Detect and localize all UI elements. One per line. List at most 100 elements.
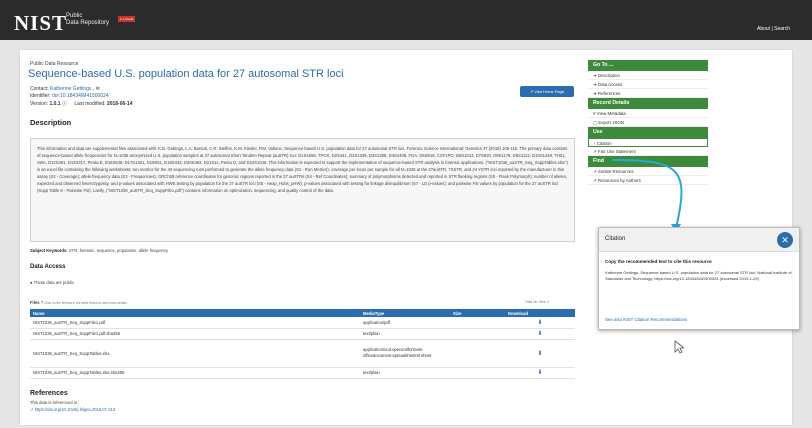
references-note: This data is referenced in : bbox=[30, 400, 80, 405]
sidebar-heading-goto: Go To ... bbox=[588, 60, 708, 71]
help-icon[interactable]: ? bbox=[41, 300, 43, 305]
sidebar-item-similar-resources[interactable]: ↗ Similar Resources bbox=[588, 167, 708, 176]
col-mediatype[interactable]: MediaType bbox=[360, 309, 450, 317]
col-name[interactable]: Name bbox=[30, 309, 360, 317]
contact-line: Contact: Katherine Gettings , ✉ bbox=[30, 86, 100, 92]
files-total: Total No. files: 4 bbox=[525, 300, 550, 304]
version-badge: 1.1.0 beta bbox=[118, 16, 136, 22]
nist-logo[interactable]: NIST bbox=[14, 11, 67, 36]
file-name[interactable]: NIST1036_auSTR_Seq_SuppFile1.pdf bbox=[30, 317, 360, 329]
globe-icon: ● bbox=[30, 280, 33, 285]
citation-header: Citation ✕ bbox=[599, 228, 799, 252]
contact-label: Contact: bbox=[30, 86, 49, 92]
external-link-icon: ↗ bbox=[593, 149, 597, 154]
arrow-circle-icon: ➜ bbox=[593, 91, 597, 96]
sidebar-item-description[interactable]: ➜ Description bbox=[588, 71, 708, 80]
site-name-line1: Public bbox=[66, 13, 83, 19]
version-label: Version: bbox=[30, 101, 49, 107]
modified-value: 2018-06-14 bbox=[106, 101, 133, 107]
files-caption: Files ? Click on the file/row in the tab… bbox=[30, 300, 128, 305]
arrow-circle-icon: ➜ bbox=[593, 73, 597, 78]
resource-kicker: Public Data Resource bbox=[30, 61, 79, 67]
info-icon[interactable]: ⓘ bbox=[62, 101, 67, 107]
mouse-cursor-icon bbox=[674, 340, 684, 354]
external-link-icon: ↗ bbox=[30, 407, 34, 412]
sidebar-item-label: References bbox=[597, 91, 621, 96]
sidebar-item-data-access[interactable]: ➜ Data Access bbox=[588, 80, 708, 89]
contact-link[interactable]: Katherine Gettings , bbox=[50, 86, 94, 92]
public-note: ● These data are public. bbox=[30, 280, 75, 285]
description-box: This information and data are supplement… bbox=[30, 138, 575, 242]
sidebar-item-label: View Metadata bbox=[596, 111, 626, 116]
file-size bbox=[450, 317, 505, 329]
version-value: 1.0.1 bbox=[49, 101, 61, 107]
modified-label: Last modified: bbox=[74, 101, 106, 107]
identifier-label: Identifier: bbox=[30, 93, 51, 99]
files-hint: Click on the file/row in the table below… bbox=[44, 301, 128, 305]
sidebar-item-resources-by-authors[interactable]: ↗ Resources by Authors bbox=[588, 176, 708, 185]
sidebar-item-view-metadata[interactable]: ≡ View Metadata bbox=[588, 109, 708, 118]
external-link-icon: ↗ bbox=[529, 89, 534, 94]
sidebar-heading-use: Use bbox=[588, 127, 708, 138]
sidebar-item-label: Description bbox=[597, 73, 620, 78]
data-access-heading: Data Access bbox=[30, 264, 66, 270]
references-heading: References bbox=[30, 390, 68, 397]
public-note-text: These data are public. bbox=[33, 280, 76, 285]
reference-item: ↗ https://doi.org/10.1016/j.fsigen.2018.… bbox=[30, 407, 115, 412]
file-type: application/vnd.openxmlformats-officedoc… bbox=[360, 339, 450, 368]
col-size[interactable]: Size bbox=[450, 309, 505, 317]
table-row[interactable]: NIST1036_auSTR_Seq_SuppFile1.pdf.sha256 … bbox=[30, 328, 575, 340]
file-name[interactable]: NIST1036_auSTR_Seq_SuppFile1.pdf.sha256 bbox=[30, 328, 360, 340]
sidebar-item-fair-use[interactable]: ↗ Fair Use Statement bbox=[588, 147, 708, 156]
file-size bbox=[450, 367, 505, 379]
sidebar-item-export-json[interactable]: ▢ Export JSON bbox=[588, 118, 708, 127]
sidebar-item-label: Resources by Authors bbox=[597, 178, 641, 183]
email-icon[interactable]: ✉ bbox=[96, 86, 100, 92]
file-name[interactable]: NIST1036_auSTR_Seq_SuppTables.xlsx.sha25… bbox=[30, 367, 360, 379]
citation-label: Copy the recommended text to cite this r… bbox=[605, 259, 712, 264]
chevron-right-icon: › bbox=[594, 141, 596, 146]
keywords-value: STR, forensic, sequence, population, all… bbox=[68, 248, 169, 253]
download-icon[interactable]: ⬇ bbox=[505, 367, 575, 379]
citation-recommendations-link[interactable]: See also NIST Citation Recommendations bbox=[605, 317, 687, 322]
sidebar-item-label: Fair Use Statement bbox=[597, 149, 636, 154]
download-icon[interactable]: ⬇ bbox=[505, 328, 575, 340]
sidebar-item-label: Citation bbox=[596, 141, 612, 146]
description-heading: Description bbox=[30, 118, 72, 127]
sidebar-heading-find: Find bbox=[588, 156, 708, 167]
page-title: Sequence-based U.S. population data for … bbox=[28, 68, 344, 80]
close-icon[interactable]: ✕ bbox=[777, 232, 793, 248]
sidebar-item-label: Data Access bbox=[597, 82, 623, 87]
site-name-line2: Data Repository bbox=[66, 20, 110, 26]
arrow-circle-icon: ➜ bbox=[593, 82, 597, 87]
file-type: application/pdf bbox=[360, 317, 450, 329]
subject-keywords: Subject Keywords: STR, forensic, sequenc… bbox=[30, 248, 168, 253]
files-header-row: Name MediaType Size Download bbox=[30, 309, 575, 317]
file-size bbox=[450, 339, 505, 368]
files-label: Files bbox=[30, 300, 40, 305]
visit-home-page-button[interactable]: ↗ Visit Home Page bbox=[520, 86, 574, 97]
citation-popup: Citation ✕ Copy the recommended text to … bbox=[598, 227, 800, 330]
download-icon[interactable]: ⬇ bbox=[505, 317, 575, 329]
reference-link[interactable]: https://doi.org/10.1016/j.fsigen.2018.07… bbox=[35, 407, 116, 412]
table-row[interactable]: NIST1036_auSTR_Seq_SuppTables.xlsx appli… bbox=[30, 339, 575, 368]
keywords-label: Subject Keywords: bbox=[30, 248, 68, 253]
identifier-link[interactable]: doi:10.18434/M41500024 bbox=[52, 93, 109, 99]
sidebar-item-references[interactable]: ➜ References bbox=[588, 89, 708, 98]
table-row[interactable]: NIST1036_auSTR_Seq_SuppFile1.pdf applica… bbox=[30, 317, 575, 329]
table-row[interactable]: NIST1036_auSTR_Seq_SuppTables.xlsx.sha25… bbox=[30, 367, 575, 379]
sidebar-item-citation[interactable]: › Citation bbox=[588, 138, 708, 147]
list-icon: ≡ bbox=[593, 111, 596, 116]
download-icon[interactable]: ⬇ bbox=[505, 339, 575, 368]
col-download: Download bbox=[505, 309, 575, 317]
files-table: Name MediaType Size Download NIST1036_au… bbox=[30, 309, 575, 379]
top-links[interactable]: About | Search bbox=[757, 26, 790, 32]
site-name: Public Data Repository bbox=[66, 13, 109, 27]
sidebar-item-label: Similar Resources bbox=[597, 169, 634, 174]
external-link-icon: ↗ bbox=[593, 169, 597, 174]
file-type: text/plain bbox=[360, 367, 450, 379]
citation-title: Citation bbox=[605, 236, 626, 242]
citation-text[interactable]: Katherine Gettings, Sequence-based U.S. … bbox=[605, 270, 795, 282]
sidebar-heading-record: Record Details bbox=[588, 98, 708, 109]
file-name[interactable]: NIST1036_auSTR_Seq_SuppTables.xlsx bbox=[30, 339, 360, 368]
